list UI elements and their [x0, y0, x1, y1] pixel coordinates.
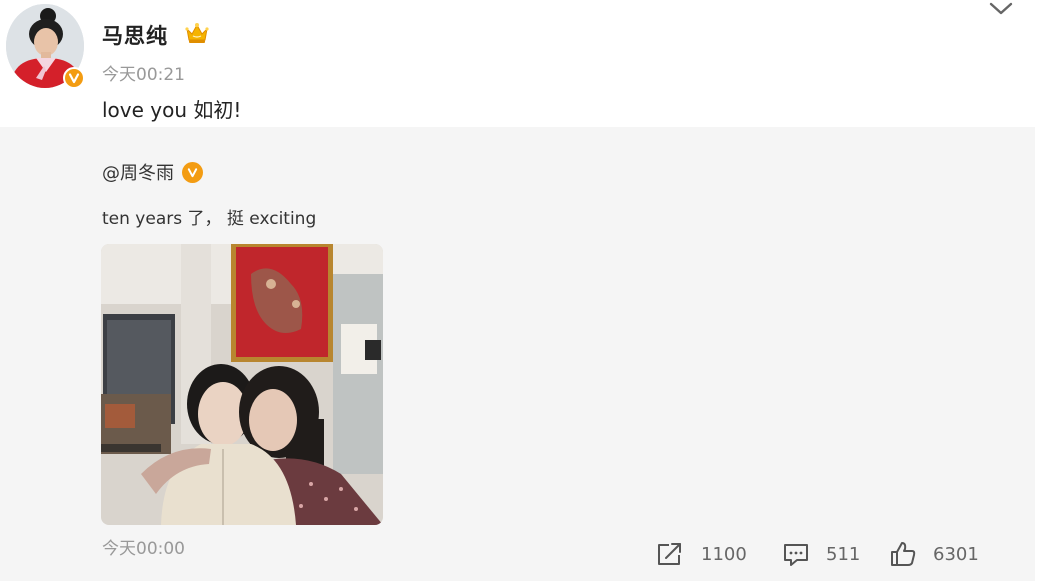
verified-v-icon	[182, 161, 203, 183]
thumbs-up-icon	[889, 540, 917, 568]
share-icon	[655, 541, 685, 567]
repost-body-text: ten years 了， 挺 exciting	[102, 209, 317, 229]
repost-author-row: @周冬雨	[102, 160, 203, 184]
post-header: 马思纯 今天00:21 love you 如初!	[0, 0, 1035, 127]
comment-icon	[782, 541, 810, 567]
comment-button[interactable]: 511	[782, 539, 860, 569]
crown-icon	[184, 21, 210, 45]
chevron-down-icon[interactable]	[988, 0, 1014, 18]
comment-count: 511	[826, 543, 861, 565]
repost-author-name[interactable]: @周冬雨	[102, 159, 174, 185]
repost-button[interactable]: 1100	[655, 539, 747, 569]
like-count: 6301	[933, 543, 979, 565]
author-name[interactable]: 马思纯	[102, 20, 168, 50]
post-body-text: love you 如初!	[102, 98, 242, 122]
repost-count: 1100	[701, 543, 747, 565]
post-timestamp: 今天00:21	[102, 65, 185, 85]
repost-photo[interactable]	[101, 244, 383, 525]
reposted-content[interactable]: @周冬雨 ten years 了， 挺 exciting 今天00:00 110…	[0, 127, 1035, 581]
like-button[interactable]: 6301	[889, 539, 979, 569]
weibo-post-page: 马思纯 今天00:21 love you 如初! @周冬雨 ten years …	[0, 0, 1039, 581]
verified-v-icon	[63, 67, 85, 89]
repost-timestamp: 今天00:00	[102, 539, 185, 559]
